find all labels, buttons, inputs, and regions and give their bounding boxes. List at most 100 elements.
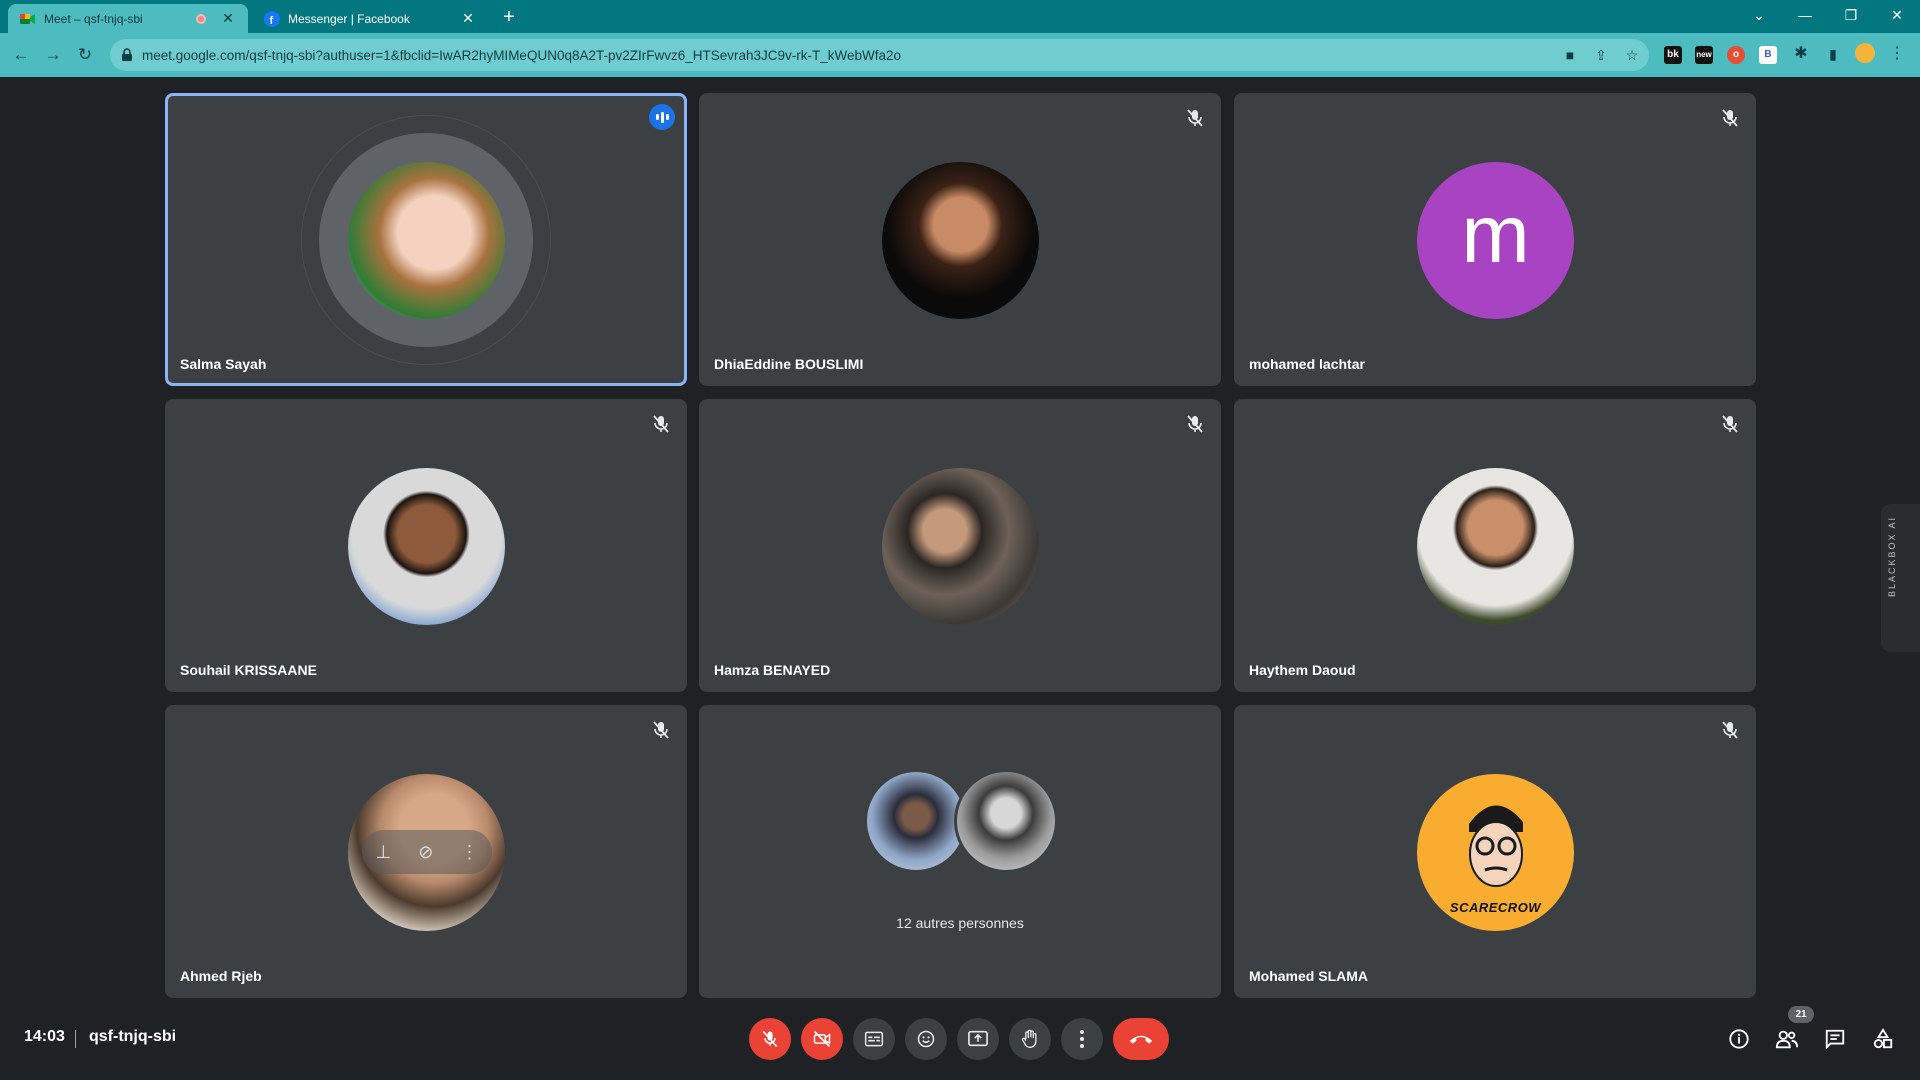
share-icon[interactable]: ⇪ [1592,46,1610,64]
others-tile[interactable]: 12 autres personnes [699,705,1221,998]
tab-search-icon[interactable]: ⌄ [1736,0,1782,30]
forward-button[interactable]: → [40,42,66,68]
leave-call-button[interactable] [1113,1018,1169,1060]
extension-o-icon[interactable]: o [1727,46,1745,64]
profile-avatar[interactable] [1855,43,1875,63]
extension-b-icon[interactable]: B [1759,46,1777,64]
avatar [348,468,505,625]
tab-title: Meet – qsf-tnjq-sbi [44,11,143,26]
svg-text:f: f [270,15,274,27]
activities-button[interactable] [1869,1025,1897,1053]
participant-tile[interactable]: Haythem Daoud [1234,399,1756,692]
info-icon [1729,1029,1749,1049]
meeting-details-button[interactable] [1725,1025,1753,1053]
mute-participant-icon[interactable]: ⊘ [418,842,433,863]
mic-off-icon [1187,109,1203,127]
participant-tile[interactable]: Hamza BENAYED [699,399,1221,692]
tab-meet[interactable]: Meet – qsf-tnjq-sbi ✕ [8,4,248,33]
meet-icon [20,11,36,27]
meeting-code: qsf-tnjq-sbi [89,1028,177,1045]
blackbox-ai-panel[interactable]: BLACKBOX AI [1881,504,1920,652]
close-window-button[interactable]: ✕ [1874,0,1920,30]
tab-title: Messenger | Facebook [288,11,410,26]
back-button[interactable]: ← [8,42,34,68]
reactions-button[interactable] [905,1018,947,1060]
mic-off-icon [653,721,669,739]
avatar: SCARECROW [1417,774,1574,931]
browser-menu-icon[interactable]: ⋮ [1888,45,1906,63]
participant-tile[interactable]: Souhail KRISSAANE [165,399,687,692]
restore-button[interactable]: ❐ [1828,0,1874,30]
avatar: ⊥ ⊘ ⋮ [348,774,505,931]
avatar [348,162,505,319]
reload-button[interactable]: ↻ [72,42,98,68]
new-tab-button[interactable]: + [496,6,522,30]
close-tab-icon[interactable]: ✕ [220,10,236,27]
participant-hover-controls[interactable]: ⊥ ⊘ ⋮ [362,830,492,874]
participant-tile[interactable]: ⊥ ⊘ ⋮ Ahmed Rjeb [165,705,687,998]
participant-tile[interactable]: SCARECROW Mohamed SLAMA [1234,705,1756,998]
address-bar[interactable]: meet.google.com/qsf-tnjq-sbi?authuser=1&… [110,39,1649,71]
raise-hand-button[interactable] [1009,1018,1051,1060]
bookmark-star-icon[interactable]: ☆ [1623,46,1641,64]
extensions-puzzle-icon[interactable]: ✱ [1792,45,1810,63]
close-tab-icon[interactable]: ✕ [460,10,476,27]
participant-name: Haythem Daoud [1249,662,1356,678]
participant-name: DhiaEddine BOUSLIMI [714,356,864,372]
people-count-badge: 21 [1788,1006,1814,1023]
camera-in-use-icon[interactable]: ■ [1561,46,1579,64]
people-button[interactable] [1773,1025,1801,1053]
present-icon [968,1030,988,1047]
extension-bk-icon[interactable]: bk [1664,46,1682,64]
minimize-button[interactable]: — [1782,0,1828,30]
tab-strip: Meet – qsf-tnjq-sbi ✕ f Messenger | Face… [0,0,1920,33]
avatar-initial: m [1461,188,1530,280]
recording-indicator-icon [196,13,206,24]
camera-off-icon [813,1030,831,1048]
meeting-time: 14:03 [24,1028,65,1045]
participant-tile[interactable]: Salma Sayah [165,93,687,386]
avatar [882,468,1039,625]
participant-name: Mohamed SLAMA [1249,968,1368,984]
toggle-mic-button[interactable] [749,1018,791,1060]
participant-name: Ahmed Rjeb [180,968,262,984]
mic-off-icon [1722,721,1738,739]
mic-off-icon [762,1030,778,1048]
facebook-icon: f [264,10,280,27]
activities-icon [1873,1028,1893,1049]
toggle-camera-button[interactable] [801,1018,843,1060]
side-panel-icon[interactable]: ▮ [1824,45,1842,63]
browser-toolbar: ← → ↻ meet.google.com/qsf-tnjq-sbi?authu… [0,33,1920,77]
avatar: m [1417,162,1574,319]
people-icon [1775,1030,1799,1049]
mic-off-icon [1722,109,1738,127]
more-options-icon[interactable]: ⋮ [460,842,478,863]
pin-icon[interactable]: ⊥ [376,842,392,863]
hand-icon [1021,1029,1037,1049]
captions-button[interactable] [853,1018,895,1060]
mic-off-icon [1722,415,1738,433]
end-call-icon [1129,1035,1153,1044]
avatar-logo-text: SCARECROW [1449,900,1542,915]
chat-icon [1825,1029,1845,1050]
chat-button[interactable] [1821,1025,1849,1053]
others-count-label: 12 autres personnes [896,915,1024,931]
avatar [864,769,968,873]
present-screen-button[interactable] [957,1018,999,1060]
tab-messenger[interactable]: f Messenger | Facebook ✕ [252,4,488,33]
avatar [954,769,1058,873]
participant-tile[interactable]: m mohamed lachtar [1234,93,1756,386]
avatar [1417,468,1574,625]
participant-name: Salma Sayah [180,356,267,372]
meeting-controls-bar: 14:03 qsf-tnjq-sbi [0,1004,1920,1074]
more-vert-icon [1080,1030,1084,1048]
avatar [882,162,1039,319]
participant-name: Souhail KRISSAANE [180,662,317,678]
more-options-button[interactable] [1061,1018,1103,1060]
participant-name: mohamed lachtar [1249,356,1365,372]
url-text: meet.google.com/qsf-tnjq-sbi?authuser=1&… [142,47,902,63]
captions-icon [864,1031,884,1047]
participant-tile[interactable]: DhiaEddine BOUSLIMI [699,93,1221,386]
blackbox-ai-label: BLACKBOX AI [1887,516,1897,598]
extension-new-icon[interactable]: new [1695,46,1713,64]
